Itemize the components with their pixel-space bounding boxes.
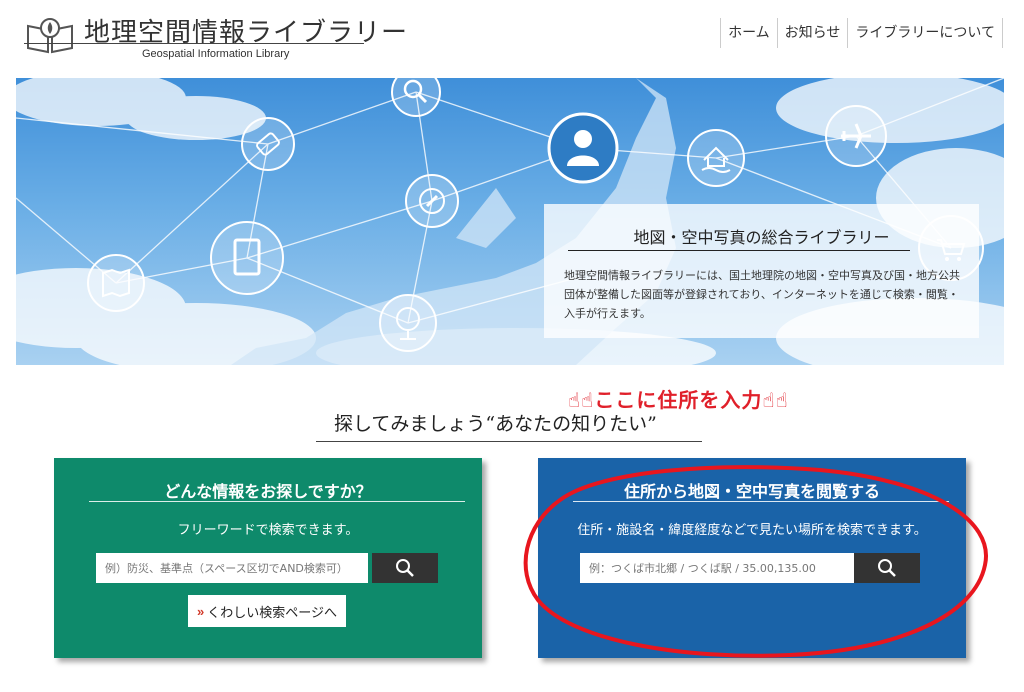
map-icon (87, 254, 145, 312)
nav-home[interactable]: ホーム (720, 18, 777, 48)
address-search-input[interactable] (580, 553, 854, 583)
main-nav: ホーム お知らせ ライブラリーについて (720, 18, 1003, 48)
keyword-card-description: フリーワードで検索できます。 (177, 523, 359, 538)
keyword-card-title: どんな情報をお探しですか？ (164, 482, 372, 501)
double-chevron-right-icon: » (197, 603, 205, 619)
keyword-card-divider (89, 501, 465, 502)
address-card-title: 住所から地図・空中写真を閲覧する (623, 482, 880, 501)
keyword-search-button[interactable] (372, 553, 438, 583)
nav-news[interactable]: お知らせ (776, 18, 848, 48)
book-icon (210, 221, 284, 295)
address-search-button[interactable] (854, 553, 920, 583)
site-logo[interactable]: 地理空間情報ライブラリー Geospatial Information Libr… (24, 10, 407, 66)
logo-divider (24, 43, 364, 44)
search-icon (878, 559, 896, 577)
hero-info-panel: 地図・空中写真の総合ライブラリー 地理空間情報ライブラリーには、国土地理院の地図… (544, 204, 979, 338)
person-icon (547, 112, 619, 184)
scroll-icon (241, 117, 295, 171)
site-header: 地理空間情報ライブラリー Geospatial Information Libr… (0, 0, 1024, 72)
globe-icon (379, 294, 437, 352)
address-card-divider (573, 501, 949, 502)
hero-banner: 地図・空中写真の総合ライブラリー 地理空間情報ライブラリーには、国土地理院の地図… (16, 78, 1004, 365)
compass-icon (405, 174, 459, 228)
book-logo-icon (24, 14, 76, 54)
airplane-icon (825, 105, 887, 167)
nav-about[interactable]: ライブラリーについて (847, 18, 1003, 48)
keyword-search-card: どんな情報をお探しですか？ フリーワードで検索できます。 » くわしい検索ページ… (54, 458, 482, 658)
advanced-search-label: くわしい検索ページへ (207, 604, 337, 620)
search-icon (396, 559, 414, 577)
address-card-description: 住所・施設名・緯度経度などで見たい場所を検索できます。 (577, 523, 927, 538)
site-subtitle: Geospatial Information Library (142, 48, 290, 60)
house-flood-icon (687, 129, 745, 187)
hero-divider (568, 250, 910, 251)
hero-description: 地理空間情報ライブラリーには、国土地理院の地図・空中写真及び国・地方公共団体が整… (564, 269, 960, 320)
keyword-search-input[interactable] (96, 553, 368, 583)
address-search-card: 住所から地図・空中写真を閲覧する 住所・施設名・緯度経度などで見たい場所を検索で… (538, 458, 966, 658)
section-title: 探してみましょう“あなたの知りたい” (334, 413, 657, 435)
magnifier-icon (391, 78, 441, 117)
section-divider (316, 441, 702, 442)
hero-title: 地図・空中写真の総合ライブラリー (633, 228, 890, 247)
advanced-search-link[interactable]: » くわしい検索ページへ (188, 595, 346, 627)
